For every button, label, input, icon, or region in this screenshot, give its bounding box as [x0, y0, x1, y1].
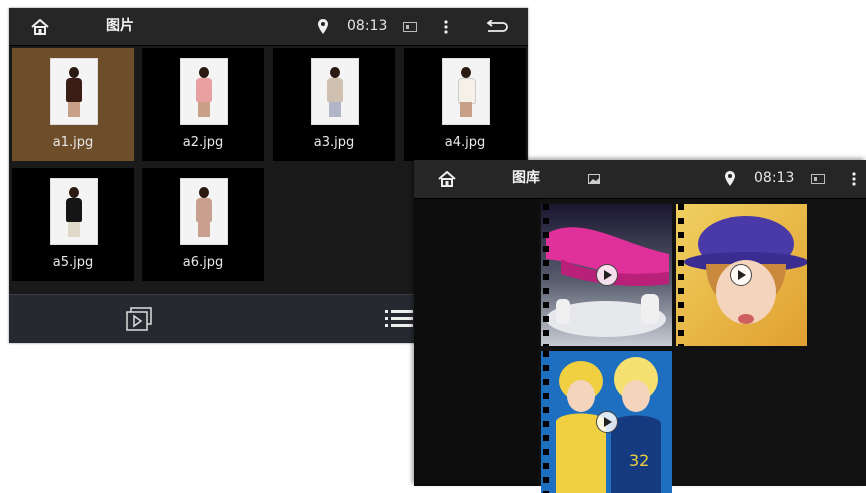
back-icon[interactable] [483, 8, 511, 45]
image-tile[interactable]: a4.jpg [404, 48, 526, 161]
image-filename: a6.jpg [182, 255, 224, 270]
home-icon[interactable] [27, 8, 53, 45]
video-thumbnail[interactable] [676, 204, 807, 346]
clock: 08:13 [754, 170, 795, 186]
svg-text:32: 32 [629, 451, 649, 470]
image-tile[interactable]: a5.jpg [12, 168, 134, 281]
location-pin-icon [722, 160, 738, 197]
image-thumbnail [180, 178, 228, 245]
image-filename: a3.jpg [313, 135, 355, 150]
film-strip [543, 204, 549, 346]
video-thumbnail[interactable]: 32 [541, 351, 672, 493]
play-icon[interactable] [730, 264, 752, 286]
page-title: 图片 [106, 18, 134, 34]
image-tile[interactable]: a3.jpg [273, 48, 395, 161]
image-thumbnail [180, 58, 228, 125]
location-pin-icon [315, 8, 331, 45]
film-strip [678, 204, 684, 346]
status-bar: 图片 08:13 [9, 8, 528, 46]
image-tile[interactable]: a1.jpg [12, 48, 134, 161]
home-icon[interactable] [434, 160, 460, 197]
album-panel [414, 199, 539, 486]
slideshow-icon[interactable] [124, 300, 154, 338]
image-icon [586, 160, 602, 197]
sd-card-icon [809, 160, 827, 197]
image-filename: a5.jpg [52, 255, 94, 270]
sd-card-icon [401, 8, 419, 45]
image-thumbnail [50, 58, 98, 125]
clock: 08:13 [347, 18, 388, 34]
list-view-icon[interactable] [381, 300, 417, 338]
image-thumbnail [442, 58, 490, 125]
video-thumbnail[interactable] [541, 204, 672, 346]
video-grid: 32 [541, 199, 866, 493]
image-thumbnail [311, 58, 359, 125]
image-filename: a1.jpg [52, 135, 94, 150]
more-vert-icon[interactable] [848, 160, 860, 197]
image-tile[interactable]: a6.jpg [142, 168, 264, 281]
play-icon[interactable] [596, 264, 618, 286]
image-tile[interactable]: a2.jpg [142, 48, 264, 161]
image-filename: a4.jpg [444, 135, 486, 150]
more-vert-icon[interactable] [439, 8, 453, 45]
image-filename: a2.jpg [182, 135, 224, 150]
film-strip [543, 351, 549, 493]
page-title: 图库 [512, 170, 540, 186]
play-icon[interactable] [596, 411, 618, 433]
gallery-window: 图库 08:13 32 [414, 160, 866, 493]
image-thumbnail [50, 178, 98, 245]
status-bar: 图库 08:13 [414, 160, 866, 199]
